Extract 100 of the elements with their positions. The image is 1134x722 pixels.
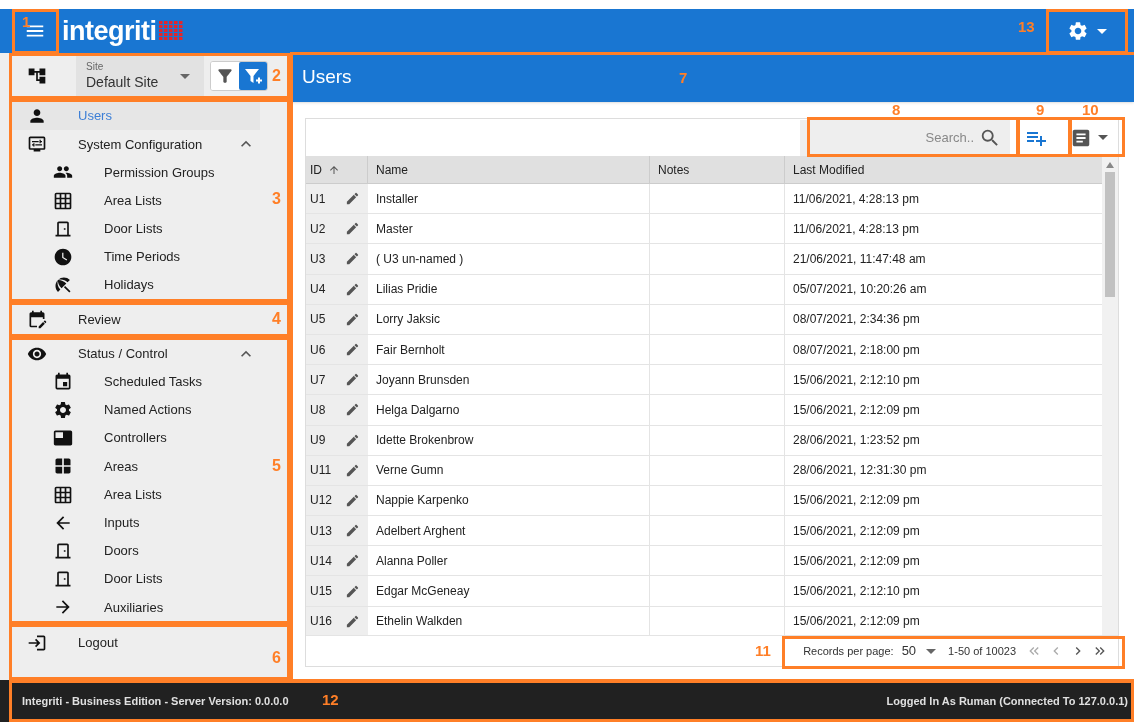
edit-icon[interactable] — [345, 583, 360, 599]
annotation-number: 12 — [322, 692, 339, 707]
column-header[interactable]: Last Modified — [785, 156, 1102, 183]
table-cell-text: U14 — [310, 552, 332, 570]
table-cell-text: 05/07/2021, 10:20:26 am — [793, 281, 927, 299]
table-cell-text: 15/06/2021, 2:12:09 pm — [793, 492, 920, 510]
annotation-number: 11 — [755, 643, 771, 658]
nav-label: Doors — [104, 542, 139, 561]
column-header[interactable]: ID — [306, 156, 368, 183]
nav-label: Controllers — [104, 429, 167, 448]
settings-icon — [1067, 20, 1089, 42]
add-filter-button[interactable] — [239, 62, 267, 90]
edit-icon[interactable] — [345, 342, 360, 358]
edit-icon[interactable] — [345, 221, 360, 237]
column-header[interactable]: Name — [368, 156, 650, 183]
nav-item[interactable]: Scheduled Tasks — [12, 367, 260, 396]
nav-item[interactable]: Controllers — [12, 424, 260, 453]
caret-icon — [926, 648, 937, 654]
table-cell-text: 08/07/2021, 2:18:00 pm — [793, 341, 920, 359]
edit-icon[interactable] — [345, 191, 360, 207]
table-cell-text: ( U3 un-named ) — [376, 250, 464, 268]
site-select[interactable]: Site Default Site — [76, 56, 204, 96]
edit-icon[interactable] — [345, 462, 360, 478]
nav-item[interactable]: Status / Control — [12, 339, 260, 368]
edit-icon[interactable] — [345, 251, 360, 267]
nav-item[interactable]: Areas — [12, 452, 260, 481]
nav-item[interactable]: Logout — [12, 627, 260, 662]
table-cell-text: U13 — [310, 522, 332, 540]
table-cell-text: 15/06/2021, 2:12:09 pm — [793, 552, 920, 570]
scrollbar[interactable] — [1102, 156, 1118, 635]
caret-icon — [180, 73, 190, 79]
nav-item[interactable]: Auxiliaries — [12, 593, 260, 622]
nav-item[interactable]: Door Lists — [12, 214, 260, 243]
nav-item[interactable]: Door Lists — [12, 565, 260, 594]
logo-grid-icon — [158, 21, 183, 41]
nav-item[interactable]: System Configuration — [12, 130, 260, 159]
table-cell-text: 11/06/2021, 4:28:13 pm — [793, 220, 919, 238]
nav-item[interactable]: Named Actions — [12, 395, 260, 425]
search-field[interactable]: Search.. — [800, 119, 1010, 156]
nav-label: Area Lists — [104, 485, 162, 504]
column-header[interactable]: Notes — [650, 156, 785, 183]
edit-icon[interactable] — [345, 523, 360, 539]
nav-item[interactable]: Area Lists — [12, 480, 260, 509]
nav-item[interactable]: Area Lists — [12, 186, 260, 215]
calendar-icon — [53, 371, 73, 392]
table-cell-text: U15 — [310, 583, 332, 601]
table-cell-text: Master — [376, 220, 413, 238]
nav-item[interactable]: Permission Groups — [12, 158, 260, 187]
table-cell-text: U16 — [310, 613, 332, 631]
grid-list-icon — [53, 484, 73, 505]
nav-item[interactable]: Review — [12, 305, 260, 334]
edit-icon[interactable] — [345, 492, 360, 508]
door-icon — [53, 569, 73, 590]
nav-item[interactable]: Holidays — [12, 271, 260, 300]
nav-label: Door Lists — [104, 220, 163, 239]
sitemap-icon — [27, 66, 47, 86]
per-page-select[interactable]: 50 — [901, 641, 941, 661]
table-cell-text: U4 — [310, 281, 326, 299]
nav-label: Scheduled Tasks — [104, 373, 203, 392]
edit-icon[interactable] — [345, 553, 360, 569]
caret-icon — [1097, 28, 1107, 34]
edit-icon[interactable] — [345, 281, 360, 297]
table-cell-text: 15/06/2021, 2:12:09 pm — [793, 613, 920, 631]
gear-icon — [53, 399, 73, 420]
table-cell-text: U2 — [310, 220, 326, 238]
table-cell-text: Nappie Karpenko — [376, 492, 469, 510]
nav-item[interactable]: Doors — [12, 536, 260, 565]
nav-label: Status / Control — [78, 344, 168, 363]
table-cell-text: U9 — [310, 432, 326, 450]
scrollbar-thumb[interactable] — [1105, 172, 1115, 297]
nav-label: Review — [78, 310, 121, 329]
filter-plus-icon — [243, 66, 263, 86]
nav-label: Logout — [78, 634, 118, 653]
annotation-number: 7 — [679, 70, 688, 85]
edit-icon[interactable] — [345, 432, 360, 448]
table-cell-text: 15/06/2021, 2:12:10 pm — [793, 583, 920, 601]
nav-label: Inputs — [104, 513, 140, 532]
edit-icon[interactable] — [345, 402, 360, 418]
nav-label: Door Lists — [104, 570, 163, 589]
edit-icon[interactable] — [345, 311, 360, 327]
annotation-number: 2 — [272, 68, 281, 84]
table-cell-text: Fair Bernholt — [376, 341, 445, 359]
annotation-number: 13 — [1018, 19, 1035, 34]
annotation-number: 9 — [1036, 102, 1045, 117]
table-cell-text: U6 — [310, 341, 326, 359]
table-cell-text: U11 — [310, 462, 332, 480]
nav-item[interactable]: Inputs — [12, 508, 260, 537]
table-cell-text: U8 — [310, 401, 326, 419]
logo-text: integriti — [62, 17, 157, 45]
table-cell-text: U12 — [310, 492, 332, 510]
scroll-up-icon[interactable] — [1106, 162, 1114, 168]
table-cell-text: Helga Dalgarno — [376, 401, 460, 419]
edit-icon[interactable] — [345, 372, 360, 388]
table-cell-text: Adelbert Arghent — [376, 522, 466, 540]
table-cell-text: Installer — [376, 190, 419, 208]
nav-label: Permission Groups — [104, 163, 215, 182]
table-cell-text: Lilias Pridie — [376, 281, 438, 299]
annotation-number: 5 — [272, 457, 281, 474]
nav-item[interactable]: Time Periods — [12, 242, 260, 272]
edit-icon[interactable] — [345, 613, 360, 629]
